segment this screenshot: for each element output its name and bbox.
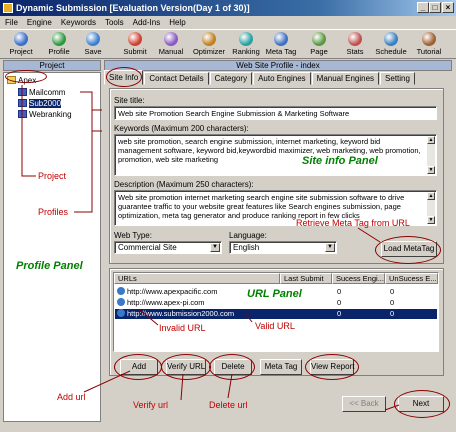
annotation-oval-add	[114, 354, 162, 380]
annotation-oval-site-info	[106, 67, 142, 87]
annotation-invalid-url: Invalid URL	[159, 323, 206, 333]
annotation-site-info-panel: Site info Panel	[302, 155, 378, 167]
annotation-oval-delete	[209, 354, 255, 380]
annotation-oval-next	[394, 390, 450, 418]
annotation-oval-view-report	[305, 354, 359, 380]
annotation-profiles: Profiles	[38, 207, 69, 217]
annotation-oval-project	[5, 70, 47, 83]
annotation-profile-panel: Profile Panel	[16, 260, 83, 272]
annotation-delete-url: Delete url	[209, 400, 248, 410]
annotation-add-url: Add url	[57, 392, 86, 402]
annotation-oval-verify	[161, 354, 211, 380]
annotation-project: Project	[38, 171, 67, 181]
annotation-valid-url: Valid URL	[255, 321, 295, 331]
annotation-retrieve-meta: Retrieve Meta Tag from URL	[296, 218, 410, 228]
annotation-oval-load-meta	[375, 236, 441, 264]
annotation-url-panel: URL Panel	[247, 288, 302, 300]
annotation-verify-url: Verify url	[133, 400, 169, 410]
